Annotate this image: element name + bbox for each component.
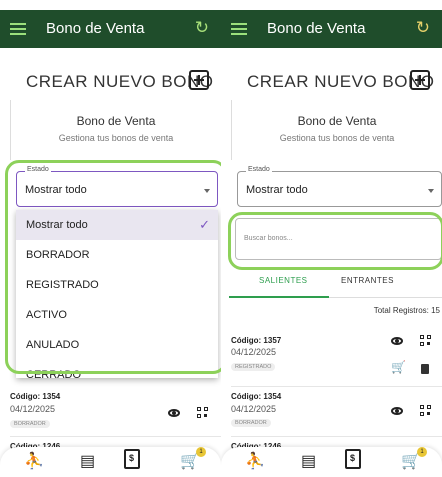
option-anulado[interactable]: ANULADO bbox=[16, 330, 218, 360]
estado-value: Mostrar todo bbox=[246, 184, 308, 196]
option-mostrar-todo[interactable]: Mostrar todo ✓ bbox=[16, 210, 218, 240]
menu-icon[interactable] bbox=[10, 20, 26, 38]
receipt-icon[interactable]: $ bbox=[124, 449, 140, 469]
qr-icon[interactable] bbox=[420, 335, 432, 347]
eye-icon[interactable] bbox=[391, 407, 403, 415]
option-label: REGISTRADO bbox=[26, 279, 99, 291]
estado-legend: Estado bbox=[25, 166, 51, 173]
list-item[interactable]: Código: 1354 04/12/2025 BORRADOR bbox=[221, 386, 442, 434]
document-icon[interactable]: ▤ bbox=[80, 451, 95, 471]
handshake-icon[interactable]: ⛹ bbox=[245, 451, 265, 471]
menu-icon[interactable] bbox=[231, 20, 247, 38]
tab-entrantes[interactable]: ENTRANTES bbox=[341, 276, 394, 285]
tab-indicator bbox=[229, 296, 329, 298]
option-label: BORRADOR bbox=[26, 249, 90, 261]
list-item[interactable]: Código: 1357 04/12/2025 REGISTRADO 🛒 bbox=[221, 322, 442, 384]
option-label: Mostrar todo bbox=[26, 219, 88, 231]
create-new-row[interactable]: CREAR NUEVO BONO bbox=[0, 70, 221, 96]
option-label: CERRADO bbox=[26, 369, 82, 378]
bottom-nav: ⛹ ▤ $ 🛒 1 bbox=[0, 447, 221, 477]
card-code: Código: 1354 bbox=[231, 392, 282, 401]
add-box-icon[interactable] bbox=[189, 70, 209, 90]
option-registrado[interactable]: REGISTRADO bbox=[16, 270, 218, 300]
option-label: ACTIVO bbox=[26, 309, 67, 321]
estado-legend: Estado bbox=[246, 166, 272, 173]
create-new-row[interactable]: CREAR NUEVO BONO bbox=[221, 70, 442, 96]
search-placeholder: Buscar bonos... bbox=[244, 235, 293, 242]
option-activo[interactable]: ACTIVO bbox=[16, 300, 218, 330]
screen-right: Bono de Venta ↻ CREAR NUEVO BONO Bono de… bbox=[221, 0, 442, 477]
card-code: Código: 1354 bbox=[10, 392, 61, 401]
info-card: Bono de Venta Gestiona tus bonos de vent… bbox=[231, 100, 442, 160]
estado-select[interactable]: Estado Mostrar todo bbox=[237, 166, 442, 207]
app-title: Bono de Venta bbox=[267, 20, 366, 37]
handshake-icon[interactable]: ⛹ bbox=[24, 451, 44, 471]
bottom-nav: ⛹ ▤ $ 🛒 1 bbox=[221, 447, 442, 477]
card-code: Código: 1357 bbox=[231, 336, 282, 345]
divider bbox=[231, 436, 442, 437]
app-bar: Bono de Venta ↻ bbox=[0, 10, 221, 48]
refresh-icon[interactable]: ↻ bbox=[416, 18, 430, 38]
total-records: Total Registros: 15 bbox=[373, 306, 440, 315]
screen-left: Bono de Venta ↻ CREAR NUEVO BONO Bono de… bbox=[0, 0, 221, 477]
info-title: Bono de Venta bbox=[297, 114, 377, 128]
app-title: Bono de Venta bbox=[46, 20, 145, 37]
status-badge: REGISTRADO bbox=[231, 363, 276, 371]
info-title: Bono de Venta bbox=[76, 114, 156, 128]
search-input[interactable]: Buscar bonos... bbox=[235, 218, 442, 260]
card-date: 04/12/2025 bbox=[231, 347, 277, 357]
trash-icon[interactable] bbox=[421, 364, 429, 374]
qr-icon[interactable] bbox=[197, 407, 209, 419]
divider bbox=[10, 436, 221, 437]
tabs: SALIENTES ENTRANTES bbox=[221, 270, 442, 298]
qr-icon[interactable] bbox=[420, 405, 432, 417]
receipt-icon[interactable]: $ bbox=[345, 449, 361, 469]
option-borrador[interactable]: BORRADOR bbox=[16, 240, 218, 270]
option-cerrado[interactable]: CERRADO bbox=[16, 360, 218, 378]
estado-select[interactable]: Estado Mostrar todo bbox=[16, 166, 218, 207]
estado-value: Mostrar todo bbox=[25, 184, 87, 196]
dropdown-arrow-icon bbox=[204, 189, 210, 193]
create-new-label: CREAR NUEVO BONO bbox=[247, 72, 435, 91]
estado-dropdown-menu: Mostrar todo ✓ BORRADOR REGISTRADO ACTIV… bbox=[16, 210, 218, 378]
status-badge: BORRADOR bbox=[10, 420, 50, 428]
create-new-label: CREAR NUEVO BONO bbox=[26, 72, 214, 91]
document-icon[interactable]: ▤ bbox=[301, 451, 316, 471]
cart-count-badge: 1 bbox=[417, 447, 427, 457]
info-subtitle: Gestiona tus bonos de venta bbox=[58, 133, 174, 143]
refresh-icon[interactable]: ↻ bbox=[195, 18, 209, 38]
info-subtitle: Gestiona tus bonos de venta bbox=[279, 133, 395, 143]
cart-icon[interactable]: 🛒 bbox=[391, 360, 406, 374]
check-icon: ✓ bbox=[199, 217, 210, 232]
app-bar: Bono de Venta ↻ bbox=[221, 10, 442, 48]
tab-salientes[interactable]: SALIENTES bbox=[259, 276, 308, 285]
eye-icon[interactable] bbox=[168, 409, 180, 417]
card-date: 04/12/2025 bbox=[231, 404, 277, 414]
cart-count-badge: 1 bbox=[196, 447, 206, 457]
card-date: 04/12/2025 bbox=[10, 404, 56, 414]
info-card: Bono de Venta Gestiona tus bonos de vent… bbox=[10, 100, 221, 160]
add-box-icon[interactable] bbox=[410, 70, 430, 90]
dropdown-arrow-icon bbox=[428, 189, 434, 193]
option-label: ANULADO bbox=[26, 339, 80, 351]
list-item[interactable]: Código: 1354 04/12/2025 BORRADOR bbox=[0, 384, 221, 434]
eye-icon[interactable] bbox=[391, 337, 403, 345]
status-badge: BORRADOR bbox=[231, 419, 271, 427]
